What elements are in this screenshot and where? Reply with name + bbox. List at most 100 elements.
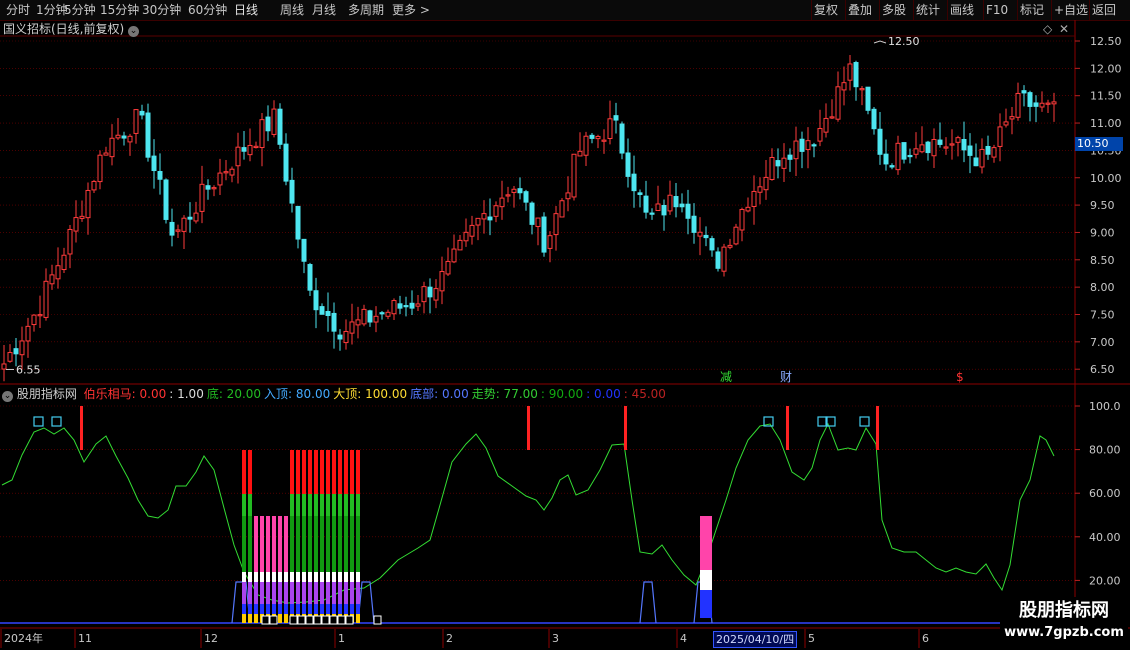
candle-body (295, 205, 301, 240)
bar-purple (344, 582, 348, 604)
candle-body (73, 217, 79, 232)
bar-purple (296, 582, 300, 604)
top-signal (786, 406, 789, 450)
watermark-title: 股朋指标网 (1019, 600, 1109, 621)
bar-white (356, 572, 360, 582)
chevron-down-icon[interactable]: ⌄ (128, 26, 140, 37)
candle-body (691, 215, 697, 233)
candle-body (313, 290, 319, 311)
price-axis-label: 10.00 (1090, 172, 1122, 185)
candle-body (91, 180, 97, 191)
candle-body (907, 154, 913, 158)
candle-body (13, 348, 19, 355)
diamond-icon[interactable]: ◇ (1043, 22, 1052, 36)
bar-red (302, 450, 306, 494)
indicator-param-6: 走势: 77.00 (471, 387, 538, 401)
candle-body (721, 246, 727, 272)
indicator-param-0: 伯乐相马: 0.00 (83, 387, 167, 401)
bar-green (308, 494, 312, 516)
candle-body (619, 123, 625, 154)
top-signal (624, 406, 627, 450)
price-axis-label: 6.50 (1090, 363, 1115, 376)
watermark-url: www.7gpzb.com (1004, 625, 1124, 640)
bar-blue (290, 604, 294, 614)
candle-body (631, 173, 637, 192)
cursor-date: 2025/04/10/四 (713, 631, 798, 648)
bar-pink (700, 516, 706, 570)
candle-body (529, 202, 535, 225)
candle-body (217, 172, 223, 186)
indicator-name[interactable]: 股朋指标网 (17, 387, 77, 401)
candle-body (943, 146, 949, 149)
candle-body (325, 310, 331, 317)
candle-body (175, 229, 181, 232)
candle-body (439, 271, 445, 292)
candle-body (337, 334, 343, 340)
bar-darkgreen (350, 516, 354, 572)
candle-body (895, 142, 901, 171)
marker-reduce: 减 (720, 370, 732, 384)
bar-darkgreen (290, 516, 294, 572)
candle-body (955, 137, 961, 143)
candle-body (31, 314, 37, 326)
bar-purple (278, 582, 282, 604)
bar-white (350, 572, 354, 582)
candle-body (757, 186, 763, 193)
bar-darkgreen (296, 516, 300, 572)
candle-body (991, 147, 997, 158)
date-label: 3 (552, 632, 559, 645)
candle-body (775, 160, 781, 167)
candle-body (361, 308, 367, 325)
bar-white (700, 570, 706, 590)
indicator-panel (0, 406, 1075, 625)
candle-body (781, 157, 787, 169)
candle-body (1003, 121, 1009, 126)
bar-blue (332, 604, 336, 614)
candle-body (55, 265, 61, 280)
candle-body (769, 157, 775, 180)
bar-darkgreen (308, 516, 312, 572)
candle-body (745, 206, 751, 212)
bar-yellow (254, 614, 258, 623)
candle-body (505, 194, 511, 197)
bar-white (284, 572, 288, 582)
bar-blue (266, 604, 270, 614)
bar-blue (314, 604, 318, 614)
candle-body (493, 205, 499, 217)
settings-icon[interactable]: ⌄ (2, 391, 13, 402)
candle-body (235, 146, 241, 167)
candle-body (403, 305, 409, 308)
bar-red (344, 450, 348, 494)
candle-body (343, 330, 349, 344)
bar-blue (254, 604, 258, 614)
bar-blue (706, 590, 712, 618)
candle-body (841, 82, 847, 91)
date-label: 4 (680, 632, 687, 645)
current-price-tag: 10.50 (1075, 137, 1123, 151)
candle-body (163, 179, 169, 220)
candle-body (67, 228, 73, 255)
candle-body (355, 319, 361, 326)
close-icon[interactable]: ✕ (1059, 22, 1069, 36)
indicator-param-4: 大顶: 100.00 (333, 387, 408, 401)
candle-body (427, 286, 433, 298)
stock-title[interactable]: 国义招标(日线,前复权) ⌄ (3, 22, 140, 37)
candle-body (379, 312, 385, 315)
bar-darkgreen (314, 516, 318, 572)
candle-body (919, 144, 925, 153)
bar-blue (284, 604, 288, 614)
candle-body (517, 188, 523, 194)
candle-body (385, 311, 391, 317)
bar-purple (272, 582, 276, 604)
candle-body (931, 138, 937, 157)
candle-body (877, 128, 883, 155)
candle-body (205, 185, 211, 190)
candle-body (679, 203, 685, 208)
candle-body (703, 234, 709, 239)
candle-body (307, 264, 313, 291)
bar-green (350, 494, 354, 516)
bar-white (248, 572, 252, 582)
baseline-box (305, 615, 314, 625)
candle-body (199, 183, 205, 212)
candle-body (223, 171, 229, 174)
